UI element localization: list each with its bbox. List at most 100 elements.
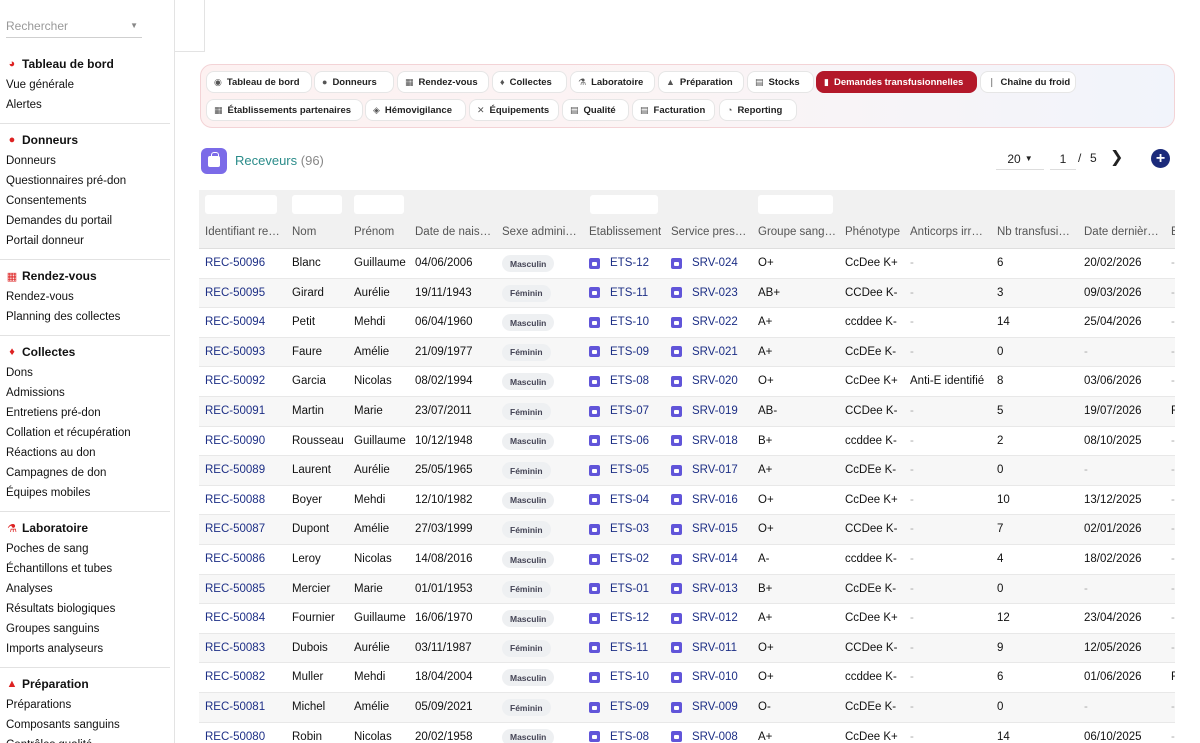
sidebar-section-header[interactable]: ♦ Collectes [6,345,75,359]
column-header[interactable]: Identifiant re… [205,226,280,238]
add-recipient-button[interactable]: + [1151,149,1170,168]
sidebar-item[interactable]: Réactions au don [6,447,96,459]
establishment-link[interactable]: ETS-10 [589,316,649,328]
next-page-icon[interactable]: ❯ [1110,147,1123,167]
nav-pill[interactable]: ▤ Facturation [632,99,715,121]
establishment-link[interactable]: ETS-09 [589,346,649,358]
establishment-link[interactable]: ETS-08 [589,375,649,387]
recipient-id-link[interactable]: REC-50087 [205,523,265,535]
recipient-id-link[interactable]: REC-50086 [205,553,265,565]
table-row[interactable]: REC-50094 Petit Mehdi 06/04/1960 Masculin ETS… [199,308,1175,338]
service-link[interactable]: SRV-022 [671,316,738,328]
column-header[interactable]: Anticorps irr… [910,226,983,238]
establishment-link[interactable]: ETS-11 [589,287,648,299]
sidebar-item[interactable]: Composants sanguins [6,719,120,731]
sidebar-item[interactable]: Préparations [6,699,71,711]
nav-pill[interactable]: ▲ Préparation [658,71,744,93]
nav-pill[interactable]: ● Donneurs [314,71,394,93]
table-row[interactable]: REC-50087 Dupont Amélie 27/03/1999 Féminin ET… [199,515,1175,545]
sidebar-section-header[interactable]: ▦ Rendez-vous [6,269,97,283]
service-link[interactable]: SRV-008 [671,731,738,743]
table-row[interactable]: REC-50096 Blanc Guillaume 04/06/2006 Masculi… [199,249,1175,279]
table-row[interactable]: REC-50082 Muller Mehdi 18/04/2004 Masculin ET… [199,663,1175,693]
column-filter-input[interactable] [354,195,404,214]
nav-pill[interactable]: ▤ Stocks [747,71,814,93]
table-row[interactable]: REC-50091 Martin Marie 23/07/2011 Féminin ETS… [199,397,1175,427]
table-row[interactable]: REC-50092 Garcia Nicolas 08/02/1994 Masculin… [199,367,1175,397]
recipient-id-link[interactable]: REC-50081 [205,701,265,713]
establishment-link[interactable]: ETS-05 [589,464,649,476]
column-filter-input[interactable] [292,195,342,214]
table-row[interactable]: REC-50088 Boyer Mehdi 12/10/1982 Masculin ETS… [199,486,1175,516]
column-header[interactable]: Prénom [354,226,394,238]
nav-pill[interactable]: ▤ Qualité [562,99,629,121]
establishment-link[interactable]: ETS-08 [589,731,649,743]
table-row[interactable]: REC-50083 Dubois Aurélie 03/11/1987 Féminin E… [199,633,1175,664]
recipient-id-link[interactable]: REC-50088 [205,494,265,506]
table-row[interactable]: REC-50084 Fournier Guillaume 16/06/1970 Masc… [199,604,1175,634]
column-header[interactable]: Établissement [589,226,661,238]
service-link[interactable]: SRV-019 [671,405,738,417]
recipient-id-link[interactable]: REC-50084 [205,612,265,624]
sidebar-item[interactable]: Admissions [6,387,65,399]
table-row[interactable]: REC-50095 Girard Aurélie 19/11/1943 Féminin E… [199,278,1175,309]
column-filter-input[interactable] [590,195,658,214]
sidebar-section-header[interactable]: ▲ Préparation [6,677,89,691]
sidebar-item[interactable]: Dons [6,367,33,379]
sidebar-item[interactable]: Campagnes de don [6,467,106,479]
page-number-input[interactable]: 1 [1050,148,1076,170]
service-link[interactable]: SRV-009 [671,701,738,713]
sidebar-section-header[interactable]: ◕ Tableau de bord [6,57,114,71]
table-row[interactable]: REC-50089 Laurent Aurélie 25/05/1965 Féminin… [199,456,1175,486]
table-row[interactable]: REC-50093 Faure Amélie 21/09/1977 Féminin ETS… [199,337,1175,368]
recipient-id-link[interactable]: REC-50093 [205,346,265,358]
sidebar-item[interactable]: Collation et récupération [6,427,131,439]
sidebar-item[interactable]: Alertes [6,99,42,111]
sidebar-item[interactable]: Portail donneur [6,235,84,247]
sidebar-item[interactable]: Groupes sanguins [6,623,99,635]
recipient-id-link[interactable]: REC-50095 [205,287,265,299]
search-select[interactable]: Rechercher ▼ [6,14,142,38]
nav-pill[interactable]: ▦ Établissements partenaires [206,99,363,121]
establishment-link[interactable]: ETS-02 [589,553,649,565]
service-link[interactable]: SRV-012 [671,612,738,624]
nav-pill[interactable]: ◈ Hémovigilance [365,99,466,121]
establishment-link[interactable]: ETS-09 [589,701,649,713]
establishment-link[interactable]: ETS-07 [589,405,649,417]
nav-pill[interactable]: ▦ Rendez-vous [397,71,489,93]
nav-pill[interactable]: ⚗ Laboratoire [570,71,655,93]
service-link[interactable]: SRV-020 [671,375,738,387]
column-header[interactable]: Nom [292,226,316,238]
recipient-id-link[interactable]: REC-50080 [205,731,265,743]
column-header[interactable]: Service pres… [671,226,746,238]
sidebar-item[interactable]: Rendez-vous [6,291,74,303]
service-link[interactable]: SRV-021 [671,346,738,358]
establishment-link[interactable]: ETS-12 [589,257,649,269]
service-link[interactable]: SRV-013 [671,583,738,595]
column-header[interactable]: Groupe sang… [758,226,836,238]
recipient-id-link[interactable]: REC-50085 [205,583,265,595]
sidebar-item[interactable]: Donneurs [6,155,56,167]
nav-pill[interactable]: ✕ Équipements [469,99,559,121]
column-header[interactable]: Sexe admini… [502,226,577,238]
recipient-id-link[interactable]: REC-50094 [205,316,265,328]
service-link[interactable]: SRV-018 [671,435,738,447]
recipient-id-link[interactable]: REC-50096 [205,257,265,269]
recipient-id-link[interactable]: REC-50083 [205,642,265,654]
establishment-link[interactable]: ETS-10 [589,671,649,683]
service-link[interactable]: SRV-014 [671,553,738,565]
recipient-id-link[interactable]: REC-50090 [205,435,265,447]
sidebar-item[interactable]: Vue générale [6,79,74,91]
column-header[interactable]: E [1171,226,1175,238]
column-header[interactable]: Date de nais… [415,226,491,238]
sidebar-item[interactable]: Questionnaires pré-don [6,175,126,187]
column-filter-input[interactable] [205,195,277,214]
nav-pill[interactable]: ◉ Tableau de bord [206,71,312,93]
establishment-link[interactable]: ETS-01 [589,583,649,595]
sidebar-item[interactable]: Demandes du portail [6,215,112,227]
sidebar-item[interactable]: Résultats biologiques [6,603,115,615]
service-link[interactable]: SRV-023 [671,287,738,299]
recipient-id-link[interactable]: REC-50082 [205,671,265,683]
service-link[interactable]: SRV-015 [671,523,738,535]
service-link[interactable]: SRV-017 [671,464,738,476]
